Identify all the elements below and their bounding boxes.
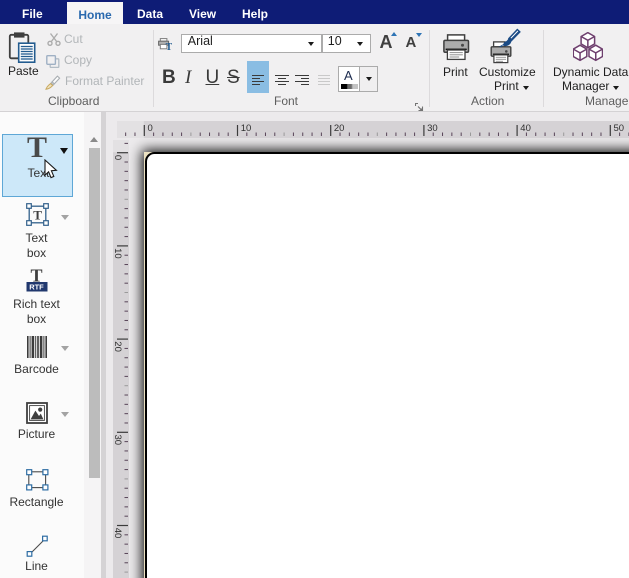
svg-text:T: T	[33, 207, 42, 222]
svg-text:RTF: RTF	[29, 282, 44, 291]
svg-text:30: 30	[113, 434, 123, 445]
svg-text:40: 40	[520, 123, 531, 134]
svg-text:20: 20	[113, 341, 123, 352]
svg-text:T: T	[166, 42, 172, 50]
svg-text:0: 0	[148, 123, 153, 134]
svg-text:0: 0	[113, 154, 123, 159]
svg-text:50: 50	[614, 123, 625, 134]
svg-text:20: 20	[334, 123, 345, 134]
svg-text:30: 30	[427, 123, 438, 134]
svg-text:10: 10	[241, 123, 252, 134]
svg-text:10: 10	[113, 248, 123, 259]
svg-text:40: 40	[113, 527, 123, 538]
